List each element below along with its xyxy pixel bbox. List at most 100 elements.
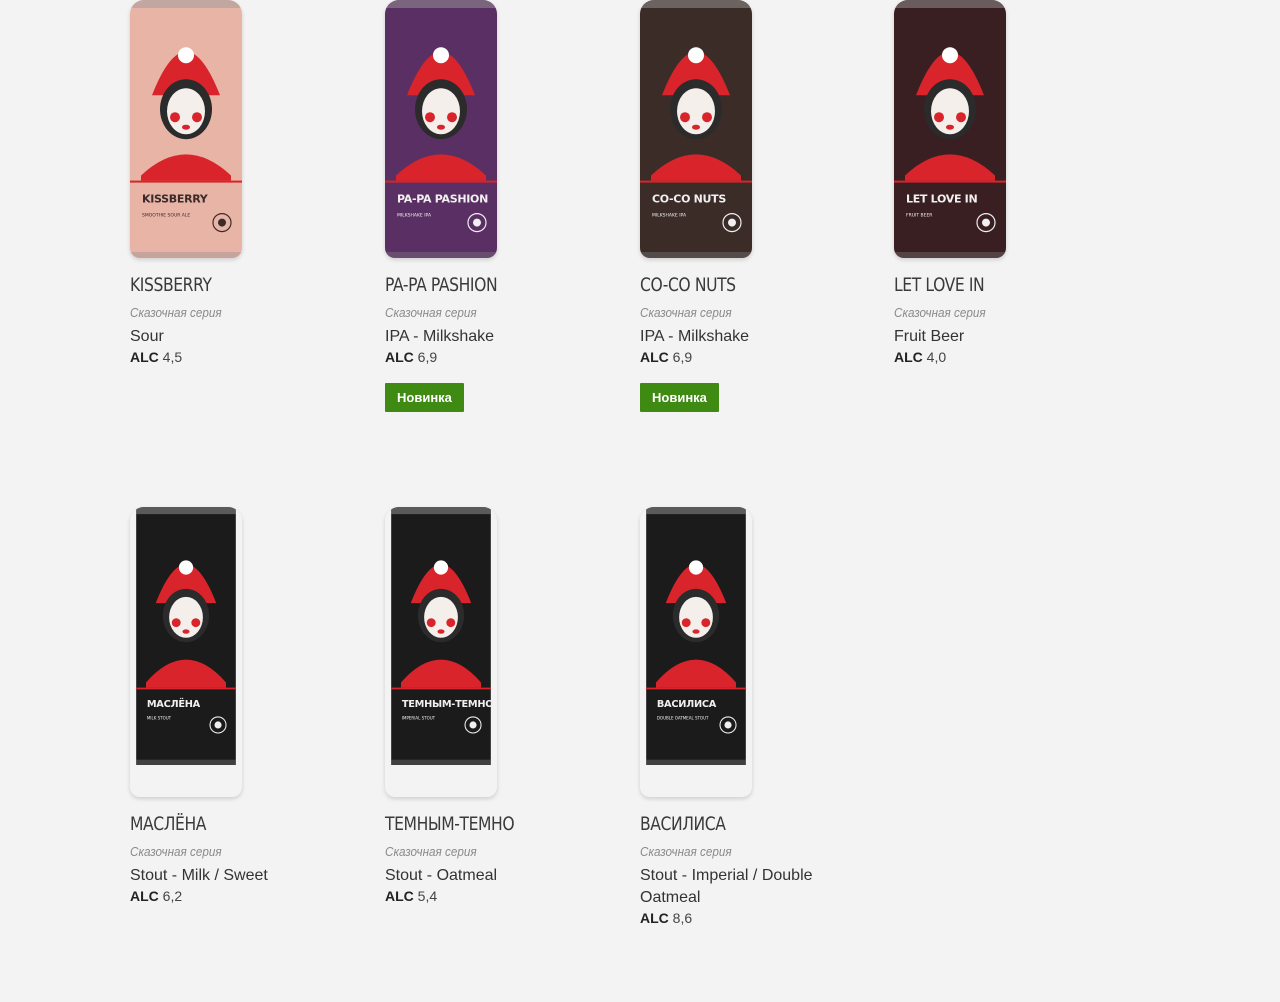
can-label-text: KISSBERRY [142, 193, 209, 206]
product-alc: ALC 6,9 [385, 348, 615, 366]
new-badge: Новинка [385, 383, 464, 412]
product-series: Сказочная серия [385, 844, 477, 859]
label-line [391, 687, 491, 690]
alc-label: ALC [385, 888, 414, 904]
cheek-left [680, 112, 690, 123]
cheek-right [956, 112, 966, 123]
can-illustration: ВАСИЛИСА DOUBLE OATMEAL STOUT [646, 507, 746, 765]
cheek-left [171, 618, 181, 628]
can-illustration: PA-PA PASHION MILKSHAKE IPA [385, 0, 497, 258]
product-series: Сказочная серия [130, 305, 222, 320]
product-card[interactable]: LET LOVE IN FRUIT BEER LET LOVE IN Сказоч… [894, 0, 1124, 366]
alc-label: ALC [640, 910, 669, 926]
headdress-ornament [942, 47, 958, 64]
product-alc: ALC 5,4 [385, 887, 615, 905]
product-card[interactable]: ВАСИЛИСА DOUBLE OATMEAL STOUT ВАСИЛИСА Ск… [640, 507, 840, 927]
can-sub-text: MILK STOUT [147, 716, 172, 721]
product-series: Сказочная серия [385, 305, 477, 320]
product-style: IPA - Milkshake [385, 328, 495, 345]
label-line [136, 687, 236, 690]
alc-value: 4,0 [926, 349, 947, 365]
cheek-left [934, 112, 944, 123]
cheek-left [425, 112, 435, 123]
can-rim [136, 507, 236, 515]
product-alc: ALC 6,2 [130, 887, 360, 905]
cheek-left [426, 618, 436, 628]
product-can-image[interactable]: PA-PA PASHION MILKSHAKE IPA [385, 0, 497, 258]
brand-emblem-dot [214, 721, 222, 729]
product-can-image[interactable]: CO-CO NUTS MILKSHAKE IPA [640, 0, 752, 258]
can-bottom [385, 252, 497, 258]
product-grid: KISSBERRY SMOOTHIE SOUR ALE KISSBERRY Ска… [0, 0, 1280, 1002]
can-sub-text: MILKSHAKE IPA [652, 213, 687, 219]
can-illustration: CO-CO NUTS MILKSHAKE IPA [640, 0, 752, 258]
can-bottom [136, 759, 236, 765]
lips-shape [182, 629, 190, 634]
product-card[interactable]: KISSBERRY SMOOTHIE SOUR ALE KISSBERRY Ска… [130, 0, 360, 366]
product-style: Stout - Oatmeal [385, 867, 498, 884]
can-sub-text: SMOOTHIE SOUR ALE [142, 213, 190, 219]
product-series: Сказочная серия [640, 844, 732, 859]
product-title[interactable]: CO-CO NUTS [640, 274, 829, 298]
lips-shape [692, 629, 700, 634]
can-label-text: PA-PA PASHION [397, 193, 488, 206]
can-label-text: ТЕМНЫМ-ТЕМНО [402, 699, 493, 710]
can-rim [385, 0, 497, 8]
product-can-image[interactable]: ВАСИЛИСА DOUBLE OATMEAL STOUT [640, 507, 752, 797]
label-line [385, 180, 497, 183]
brand-emblem-dot [724, 721, 732, 729]
brand-emblem-dot [469, 721, 477, 729]
product-card[interactable]: МАСЛЁНА MILK STOUT МАСЛЁНА Сказочная сери… [130, 507, 360, 905]
can-illustration: KISSBERRY SMOOTHIE SOUR ALE [130, 0, 242, 258]
product-title[interactable]: МАСЛЁНА [130, 813, 319, 837]
headdress-ornament [433, 47, 449, 64]
headdress-ornament [688, 47, 704, 64]
product-card[interactable]: CO-CO NUTS MILKSHAKE IPA CO-CO NUTS Сказо… [640, 0, 870, 412]
alc-value: 8,6 [672, 910, 693, 926]
product-title[interactable]: LET LOVE IN [894, 274, 1083, 298]
alc-value: 5,4 [417, 888, 438, 904]
cheek-right [447, 112, 457, 123]
headdress-ornament [688, 560, 704, 575]
product-card[interactable]: PA-PA PASHION MILKSHAKE IPA PA-PA PASHION… [385, 0, 615, 412]
lips-shape [437, 124, 445, 130]
product-title[interactable]: ВАСИЛИСА [640, 813, 804, 837]
lips-shape [437, 629, 445, 634]
headdress-ornament [178, 560, 194, 575]
can-sub-text: MILKSHAKE IPA [397, 213, 432, 219]
product-alc: ALC 6,9 [640, 348, 870, 366]
product-series: Сказочная серия [894, 305, 986, 320]
product-title[interactable]: PA-PA PASHION [385, 274, 574, 298]
alc-label: ALC [130, 349, 159, 365]
alc-label: ALC [640, 349, 669, 365]
label-line [640, 180, 752, 183]
product-title[interactable]: KISSBERRY [130, 274, 319, 298]
brand-emblem-dot [728, 218, 736, 227]
product-series: Сказочная серия [640, 305, 732, 320]
headdress-ornament [178, 47, 194, 64]
can-bottom [640, 252, 752, 258]
label-line [646, 687, 746, 690]
product-can-image[interactable]: ТЕМНЫМ-ТЕМНО IMPERIAL STOUT [385, 507, 497, 797]
product-can-image[interactable]: KISSBERRY SMOOTHIE SOUR ALE [130, 0, 242, 258]
product-style: Sour [130, 328, 164, 345]
cheek-left [681, 618, 691, 628]
can-label-text: ВАСИЛИСА [657, 699, 717, 710]
lips-shape [692, 124, 700, 130]
can-bottom [894, 252, 1006, 258]
alc-value: 6,9 [417, 349, 438, 365]
product-card[interactable]: ТЕМНЫМ-ТЕМНО IMPERIAL STOUT ТЕМНЫМ-ТЕМНО … [385, 507, 615, 905]
new-badge: Новинка [640, 383, 719, 412]
product-can-image[interactable]: МАСЛЁНА MILK STOUT [130, 507, 242, 797]
product-title[interactable]: ТЕМНЫМ-ТЕМНО [385, 813, 574, 837]
product-can-image[interactable]: LET LOVE IN FRUIT BEER [894, 0, 1006, 258]
can-bottom [391, 759, 491, 765]
can-bottom [130, 252, 242, 258]
lips-shape [182, 124, 190, 130]
brand-emblem-dot [218, 218, 226, 227]
brand-emblem-dot [982, 218, 990, 227]
can-rim [894, 0, 1006, 8]
product-alc: ALC 4,5 [130, 348, 360, 366]
can-rim [646, 507, 746, 515]
can-illustration: ТЕМНЫМ-ТЕМНО IMPERIAL STOUT [391, 507, 494, 765]
